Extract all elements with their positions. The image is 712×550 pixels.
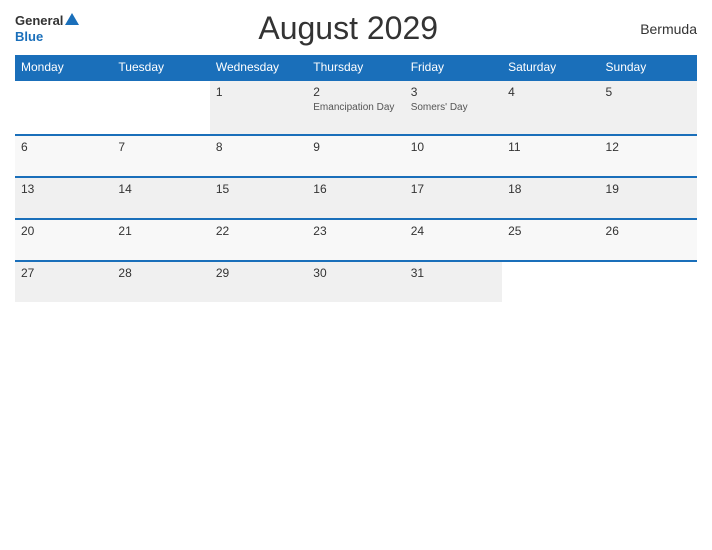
week-row-3: 13 14 15 16 17 18 19: [15, 177, 697, 219]
calendar-cell: [112, 80, 209, 135]
day-number: 3: [411, 85, 496, 99]
week-row-2: 6789 10 11 12: [15, 135, 697, 177]
day-number: 31: [411, 266, 496, 280]
day-number: 22: [216, 224, 301, 238]
calendar-cell: 3 Somers' Day: [405, 80, 502, 135]
day-number: 14: [118, 182, 203, 196]
calendar-cell: 14: [112, 177, 209, 219]
calendar-cell: 24: [405, 219, 502, 261]
calendar-container: General Blue August 2029 Bermuda MondayT…: [0, 0, 712, 550]
calendar-cell: 29: [210, 261, 307, 302]
weekday-header-monday: Monday: [15, 55, 112, 80]
header: General Blue August 2029 Bermuda: [15, 10, 697, 47]
day-number: 13: [21, 182, 106, 196]
weekday-header-sunday: Sunday: [600, 55, 697, 80]
week-row-5: 27 28 29 30 31: [15, 261, 697, 302]
calendar-cell: 21: [112, 219, 209, 261]
day-number: 11: [508, 140, 593, 154]
logo-blue-text: Blue: [15, 29, 43, 45]
country-label: Bermuda: [617, 21, 697, 37]
calendar-cell: 25: [502, 219, 599, 261]
calendar-cell: 18: [502, 177, 599, 219]
calendar-cell: 2 Emancipation Day: [307, 80, 404, 135]
weekday-row: MondayTuesdayWednesdayThursdayFridaySatu…: [15, 55, 697, 80]
day-number: 20: [21, 224, 106, 238]
day-number: 19: [606, 182, 691, 196]
logo-general-text: General: [15, 13, 63, 29]
calendar-cell: 13: [15, 177, 112, 219]
holiday-label: Emancipation Day: [313, 101, 398, 114]
calendar-cell: 28: [112, 261, 209, 302]
calendar-cell: 11: [502, 135, 599, 177]
day-number: 4: [508, 85, 593, 99]
calendar-cell: 4: [502, 80, 599, 135]
day-number: 29: [216, 266, 301, 280]
calendar-cell: [502, 261, 599, 302]
holiday-label: Somers' Day: [411, 101, 496, 114]
day-number: 9: [313, 140, 398, 154]
day-number: 12: [606, 140, 691, 154]
day-number: 15: [216, 182, 301, 196]
logo: General Blue: [15, 13, 79, 44]
day-number: 18: [508, 182, 593, 196]
weekday-header-wednesday: Wednesday: [210, 55, 307, 80]
day-number: 26: [606, 224, 691, 238]
month-title: August 2029: [79, 10, 617, 47]
calendar-cell: 9: [307, 135, 404, 177]
weekday-header-saturday: Saturday: [502, 55, 599, 80]
day-number: 30: [313, 266, 398, 280]
calendar-cell: 8: [210, 135, 307, 177]
day-number: 27: [21, 266, 106, 280]
day-number: 2: [313, 85, 398, 99]
calendar-cell: 16: [307, 177, 404, 219]
day-number: 23: [313, 224, 398, 238]
day-number: 7: [118, 140, 203, 154]
week-row-4: 20 21 22 23 24 25 26: [15, 219, 697, 261]
day-number: 8: [216, 140, 301, 154]
day-number: 16: [313, 182, 398, 196]
calendar-cell: 1: [210, 80, 307, 135]
weekday-header-tuesday: Tuesday: [112, 55, 209, 80]
day-number: 1: [216, 85, 301, 99]
calendar-cell: 27: [15, 261, 112, 302]
calendar-cell: 6: [15, 135, 112, 177]
calendar-cell: 19: [600, 177, 697, 219]
calendar-cell: 7: [112, 135, 209, 177]
calendar-cell: [600, 261, 697, 302]
calendar-cell: 5: [600, 80, 697, 135]
calendar-table: MondayTuesdayWednesdayThursdayFridaySatu…: [15, 55, 697, 302]
calendar-cell: 17: [405, 177, 502, 219]
calendar-body: 12Emancipation Day3Somers' Day4567891011…: [15, 80, 697, 302]
calendar-cell: 30: [307, 261, 404, 302]
week-row-1: 12 Emancipation Day 3 Somers' Day 45: [15, 80, 697, 135]
calendar-cell: 12: [600, 135, 697, 177]
logo-triangle-icon: [65, 13, 79, 25]
weekday-header-thursday: Thursday: [307, 55, 404, 80]
calendar-cell: 10: [405, 135, 502, 177]
day-number: 5: [606, 85, 691, 99]
calendar-cell: 20: [15, 219, 112, 261]
day-number: 28: [118, 266, 203, 280]
calendar-cell: 23: [307, 219, 404, 261]
day-number: 25: [508, 224, 593, 238]
day-number: 21: [118, 224, 203, 238]
day-number: 24: [411, 224, 496, 238]
day-number: 6: [21, 140, 106, 154]
calendar-cell: [15, 80, 112, 135]
calendar-cell: 15: [210, 177, 307, 219]
calendar-cell: 22: [210, 219, 307, 261]
calendar-cell: 31: [405, 261, 502, 302]
calendar-cell: 26: [600, 219, 697, 261]
day-number: 17: [411, 182, 496, 196]
calendar-header: MondayTuesdayWednesdayThursdayFridaySatu…: [15, 55, 697, 80]
day-number: 10: [411, 140, 496, 154]
weekday-header-friday: Friday: [405, 55, 502, 80]
